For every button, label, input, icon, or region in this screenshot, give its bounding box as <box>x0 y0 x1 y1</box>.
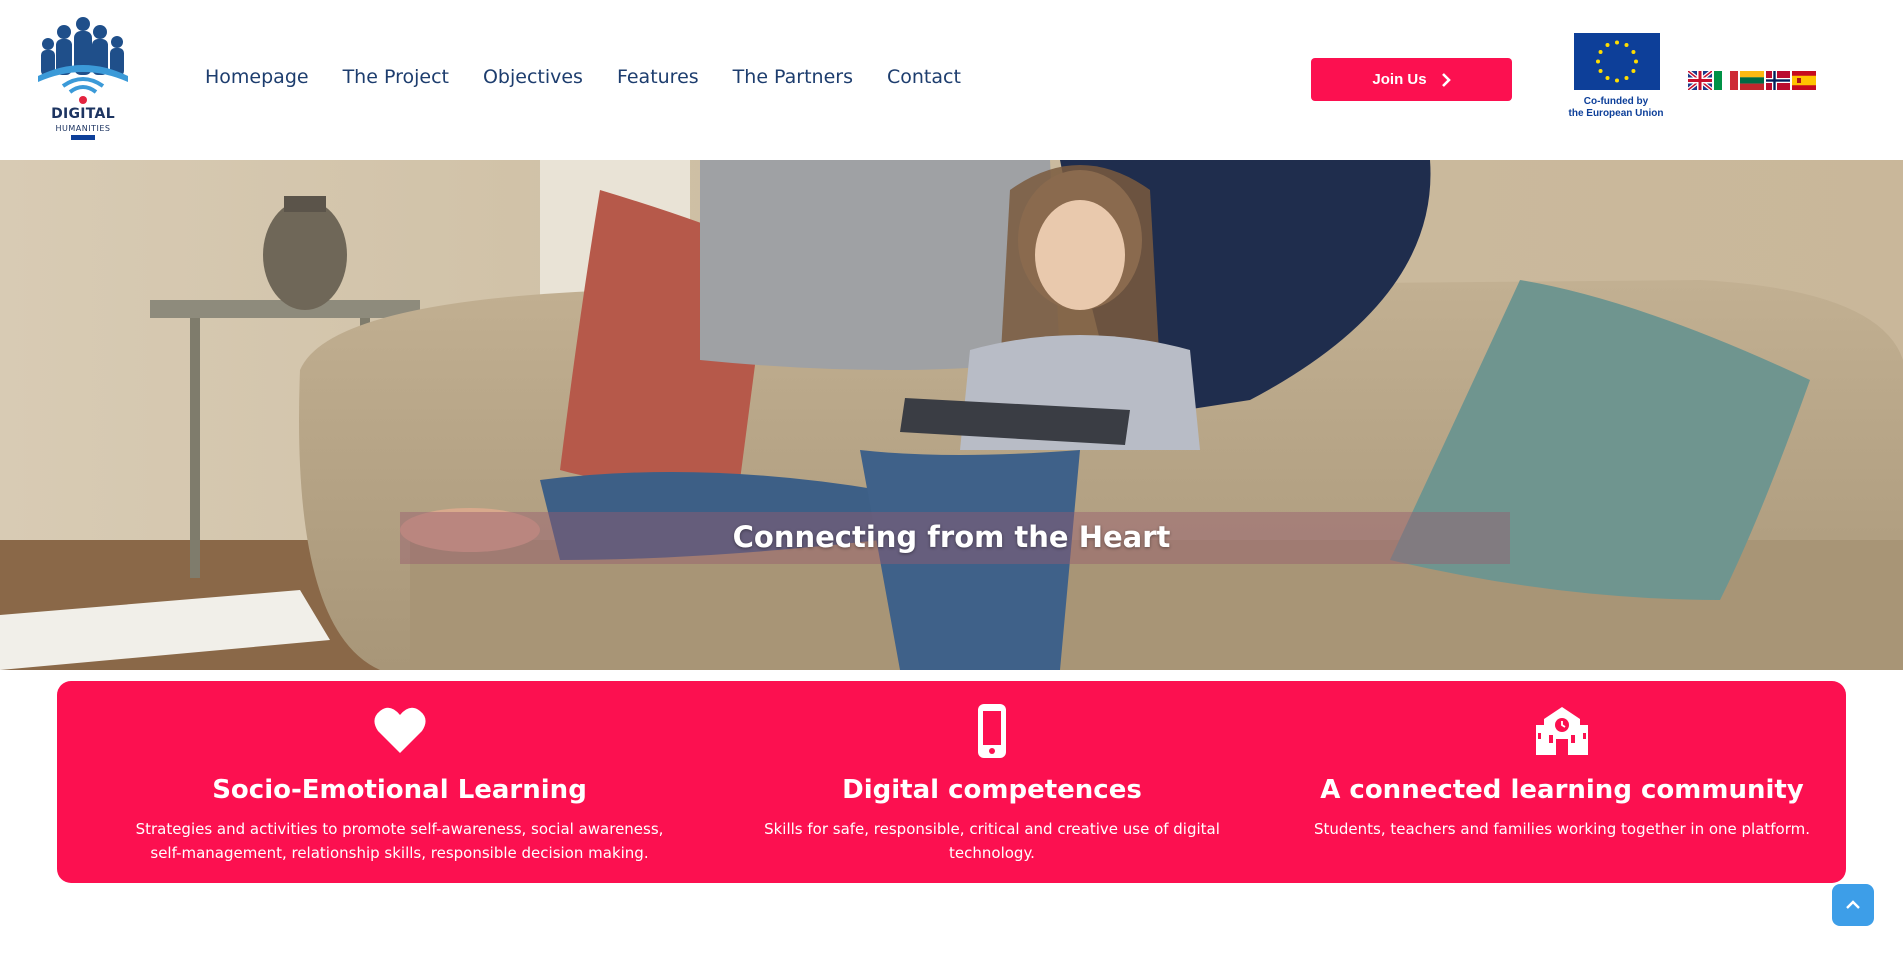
nav-objectives[interactable]: Objectives <box>483 66 583 88</box>
eu-star <box>1624 43 1629 48</box>
logo-figures-icon <box>38 17 128 104</box>
eu-star <box>1631 69 1636 73</box>
eu-star <box>1596 59 1600 64</box>
logo-text-humanities: HUMANITIES <box>55 124 111 133</box>
nav-contact[interactable]: Contact <box>887 66 961 88</box>
feature-digital-competences: Digital competences Skills for safe, res… <box>722 681 1262 883</box>
eu-cofunded-badge: Co-funded by the European Union <box>1566 32 1666 124</box>
hero-family-image <box>0 160 1903 670</box>
nav-the-partners[interactable]: The Partners <box>733 66 853 88</box>
feature-learning-community: A connected learning community Students,… <box>1297 681 1827 883</box>
nav-features[interactable]: Features <box>617 66 699 88</box>
mobile-phone-icon <box>978 704 1006 758</box>
chevron-up-icon <box>1846 900 1860 909</box>
nav-the-project[interactable]: The Project <box>343 66 449 88</box>
eu-flag-icon <box>1574 33 1660 90</box>
features-panel: Socio-Emotional Learning Strategies and … <box>57 681 1846 883</box>
feature-title: Socio-Emotional Learning <box>212 775 587 805</box>
eu-star <box>1605 75 1610 80</box>
feature-text: Strategies and activities to promote sel… <box>135 820 664 862</box>
feature-text: Skills for safe, responsible, critical a… <box>764 820 1220 862</box>
nav-homepage[interactable]: Homepage <box>205 66 309 88</box>
spain-flag-icon[interactable] <box>1792 71 1816 90</box>
norway-flag-icon[interactable] <box>1766 71 1790 90</box>
school-icon <box>1536 707 1588 755</box>
eu-star <box>1634 59 1638 64</box>
join-us-label: Join Us <box>1372 71 1427 88</box>
hero-banner: Connecting from the Heart <box>0 160 1903 670</box>
italy-flag-icon[interactable] <box>1714 71 1738 90</box>
eu-line1: Co-funded by <box>1583 96 1649 107</box>
eu-star <box>1631 50 1636 54</box>
join-us-button[interactable]: Join Us <box>1311 58 1512 101</box>
feature-title: Digital competences <box>842 775 1142 805</box>
lithuania-flag-icon[interactable] <box>1740 71 1764 90</box>
main-navigation: Homepage The Project Objectives Features… <box>205 66 995 88</box>
eu-star <box>1615 40 1619 45</box>
hero-title: Connecting from the Heart <box>732 520 1171 554</box>
scroll-to-top-button[interactable] <box>1832 884 1874 926</box>
eu-star <box>1598 69 1603 73</box>
logo-eu-mark <box>71 135 95 140</box>
site-header: DIGITAL HUMANITIES Homepage The Project … <box>0 0 1903 160</box>
language-switcher <box>1688 71 1816 90</box>
eu-star <box>1598 50 1603 54</box>
heart-icon <box>374 707 426 753</box>
eu-star <box>1624 75 1629 80</box>
feature-title: A connected learning community <box>1320 775 1804 805</box>
eu-cofunded-text: Co-funded by the European Union <box>1566 96 1666 120</box>
digital-humanities-logo[interactable]: DIGITAL HUMANITIES <box>28 14 138 142</box>
eu-star <box>1615 78 1619 83</box>
uk-flag-icon[interactable] <box>1688 71 1712 90</box>
eu-line2: the European Union <box>1568 108 1664 119</box>
feature-socio-emotional: Socio-Emotional Learning Strategies and … <box>127 681 672 883</box>
eu-star <box>1605 43 1610 48</box>
chevron-right-icon <box>1441 72 1451 87</box>
logo-text-digital: DIGITAL <box>51 106 115 122</box>
feature-text: Students, teachers and families working … <box>1313 820 1811 838</box>
